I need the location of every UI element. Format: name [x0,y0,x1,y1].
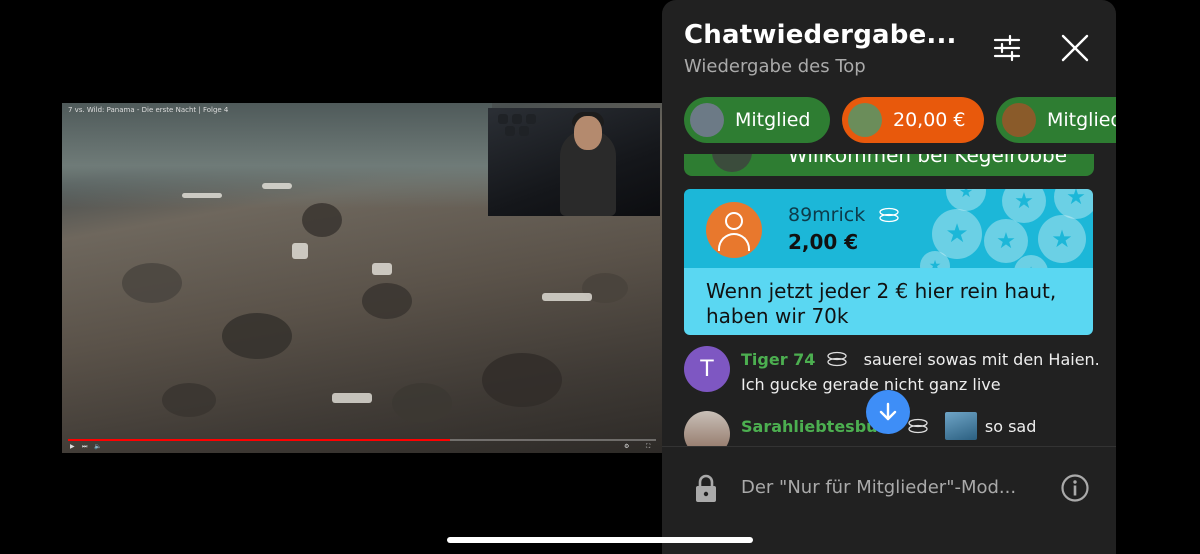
video-player[interactable]: 7 vs. Wild: Panama - Die erste Nacht | F… [62,103,662,453]
avatar [706,202,762,258]
member-welcome-text: Willkommen bei Kegelrobbe [788,154,1068,167]
chat-message-text-block: Sarahliebtesbunt so sad [741,412,1101,440]
avatar: T [684,346,730,392]
video-controls: ▶ ⏭ 🔈 ⚙ ⛶ [62,442,662,453]
home-indicator[interactable] [447,537,753,543]
ticker-chip-member[interactable]: Mitglied [684,97,830,143]
info-icon[interactable] [1060,473,1090,503]
ticker-chip-superchat[interactable]: 20,00 € [842,97,984,143]
avatar [848,103,882,137]
chat-mode-subtitle[interactable]: Wiedergabe des Top [684,56,866,77]
video-progress-bar[interactable] [68,439,656,441]
member-badge-icon [908,418,928,434]
filter-settings-icon[interactable] [992,33,1022,63]
chat-author: Tiger 74 [741,350,816,369]
avatar [690,103,724,137]
superchat-card[interactable]: ★ ★ ★ ★ ★ ★ ★ ★ 89mrick 2,00 € Wenn jetz… [684,189,1093,335]
chat-message-text: so sad [984,417,1037,436]
avatar [1002,103,1036,137]
avatar [712,154,752,172]
play-icon[interactable]: ▶ [70,443,75,450]
live-chat-panel: Chatwiedergabe... Wiedergabe des Top Mit… [662,0,1116,554]
ticker-chip-label: Mitglied [735,109,811,131]
members-only-notice: Der "Nur für Mitglieder"-Mod... [741,477,1017,498]
ticker-chip-label: 20,00 € [893,109,966,131]
lock-icon [696,474,716,502]
scroll-to-bottom-button[interactable] [866,390,910,434]
video-frame-water [62,103,492,208]
chat-message-text-block: Tiger 74 sauerei sowas mit den Haien. Ic… [741,347,1101,397]
video-title: 7 vs. Wild: Panama - Die erste Nacht | F… [68,106,229,114]
member-badge-icon [826,351,847,367]
superchat-ticker: Mitglied 20,00 € Mitglied [684,97,1116,143]
arrow-down-icon [879,402,897,421]
shark-emote-icon [944,412,977,440]
superchat-author: 89mrick [788,204,911,226]
member-badge-icon [879,207,899,223]
ticker-chip-member[interactable]: Mitglied [996,97,1116,143]
volume-icon[interactable]: 🔈 [94,443,101,450]
close-icon[interactable] [1060,33,1090,63]
chat-title: Chatwiedergabe... [684,20,957,50]
member-welcome-banner: Willkommen bei Kegelrobbe [684,154,1094,176]
ticker-chip-label: Mitglied [1047,109,1116,131]
settings-icon[interactable]: ⚙ [624,443,629,450]
superchat-amount: 2,00 € [788,230,859,254]
fullscreen-icon[interactable]: ⛶ [646,443,650,451]
streamer-webcam-overlay [488,108,660,216]
superchat-body: Wenn jetzt jeder 2 € hier rein haut, hab… [684,268,1093,335]
avatar-letter: T [700,356,714,382]
next-icon[interactable]: ⏭ [82,443,87,451]
superchat-header: ★ ★ ★ ★ ★ ★ ★ ★ 89mrick 2,00 € [684,189,1093,268]
superchat-message: Wenn jetzt jeder 2 € hier rein haut, hab… [706,279,1057,328]
